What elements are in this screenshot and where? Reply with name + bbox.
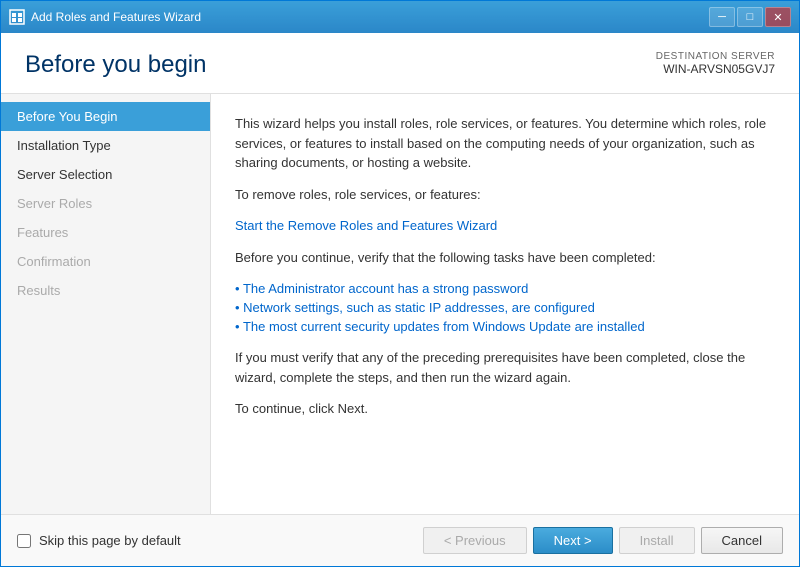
skip-checkbox-label[interactable]: Skip this page by default <box>39 533 181 548</box>
remove-label: To remove roles, role services, or featu… <box>235 185 775 205</box>
sidebar-item-server-roles: Server Roles <box>1 189 210 218</box>
title-bar-controls: ─ □ ✕ <box>709 7 791 27</box>
body-area: Before You Begin Installation Type Serve… <box>1 94 799 514</box>
skip-checkbox[interactable] <box>17 534 31 548</box>
window-icon <box>9 9 25 25</box>
sidebar-item-label: Features <box>17 225 68 240</box>
title-bar-left: Add Roles and Features Wizard <box>9 9 201 25</box>
sidebar-item-label: Before You Begin <box>17 109 117 124</box>
buttons-area: < Previous Next > Install Cancel <box>423 527 783 554</box>
previous-button[interactable]: < Previous <box>423 527 527 554</box>
sidebar-item-label: Results <box>17 283 60 298</box>
maximize-button[interactable]: □ <box>737 7 763 27</box>
remove-link[interactable]: Start the Remove Roles and Features Wiza… <box>235 218 497 233</box>
sidebar-item-server-selection[interactable]: Server Selection <box>1 160 210 189</box>
page-title: Before you begin <box>25 51 206 79</box>
checkbox-area: Skip this page by default <box>17 533 181 548</box>
footer-area: Skip this page by default < Previous Nex… <box>1 514 799 566</box>
close-button[interactable]: ✕ <box>765 7 791 27</box>
bullet-item-3: The most current security updates from W… <box>235 317 775 336</box>
main-content: Before you begin DESTINATION SERVER WIN-… <box>1 33 799 566</box>
destination-server-value: WIN-ARVSN05GVJ7 <box>656 62 775 76</box>
intro-paragraph: This wizard helps you install roles, rol… <box>235 114 775 173</box>
sidebar-item-label: Installation Type <box>17 138 111 153</box>
install-button[interactable]: Install <box>619 527 695 554</box>
bullet-item-1: The Administrator account has a strong p… <box>235 279 775 298</box>
sidebar-item-features: Features <box>1 218 210 247</box>
sidebar-item-before-you-begin[interactable]: Before You Begin <box>1 102 210 131</box>
sidebar-item-confirmation: Confirmation <box>1 247 210 276</box>
cancel-button[interactable]: Cancel <box>701 527 783 554</box>
sidebar-item-results: Results <box>1 276 210 305</box>
sidebar: Before You Begin Installation Type Serve… <box>1 94 211 514</box>
sidebar-item-label: Confirmation <box>17 254 91 269</box>
main-window: Add Roles and Features Wizard ─ □ ✕ Befo… <box>0 0 800 567</box>
content-area: This wizard helps you install roles, rol… <box>211 94 799 514</box>
minimize-button[interactable]: ─ <box>709 7 735 27</box>
page-header: Before you begin DESTINATION SERVER WIN-… <box>1 33 799 94</box>
sidebar-item-label: Server Roles <box>17 196 92 211</box>
destination-server-label: DESTINATION SERVER <box>656 51 775 62</box>
sidebar-item-label: Server Selection <box>17 167 112 182</box>
note-paragraph: If you must verify that any of the prece… <box>235 348 775 387</box>
destination-server-info: DESTINATION SERVER WIN-ARVSN05GVJ7 <box>656 51 775 76</box>
bullet-list: The Administrator account has a strong p… <box>235 279 775 336</box>
verify-label: Before you continue, verify that the fol… <box>235 248 775 268</box>
continue-text: To continue, click Next. <box>235 399 775 419</box>
sidebar-item-installation-type[interactable]: Installation Type <box>1 131 210 160</box>
title-bar: Add Roles and Features Wizard ─ □ ✕ <box>1 1 799 33</box>
bullet-item-2: Network settings, such as static IP addr… <box>235 298 775 317</box>
next-button[interactable]: Next > <box>533 527 613 554</box>
window-title: Add Roles and Features Wizard <box>31 10 201 24</box>
